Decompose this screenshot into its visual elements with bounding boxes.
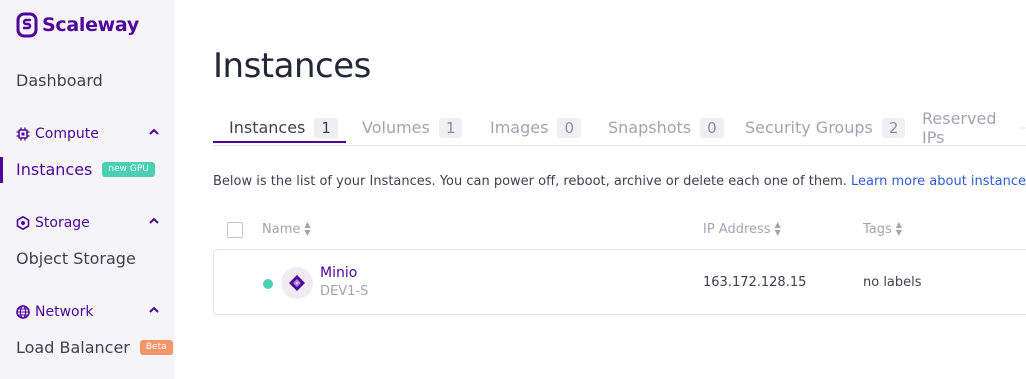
table-row[interactable]: Minio DEV1-S 163.172.128.15 no labels	[213, 249, 1026, 315]
column-label: IP Address	[703, 221, 771, 237]
hexagon-icon	[16, 216, 30, 230]
chevron-up-icon[interactable]	[148, 304, 160, 316]
column-label: Tags	[863, 221, 892, 237]
page-title: Instances	[213, 46, 371, 86]
instance-ip-address: 163.172.128.15	[703, 275, 807, 290]
tab-volumes[interactable]: Volumes 1	[362, 110, 463, 145]
globe-icon	[16, 305, 30, 319]
tab-label: Instances	[229, 118, 306, 137]
scaleway-logo-icon	[16, 12, 38, 38]
tab-label: Images	[490, 118, 549, 137]
chip-icon	[16, 127, 30, 141]
status-running-indicator	[263, 279, 273, 289]
page-description: Below is the list of your Instances. You…	[213, 174, 1026, 189]
column-header-name[interactable]: Name ▲ ▼	[262, 221, 311, 237]
sort-icon: ▲ ▼	[774, 220, 781, 237]
brand-name: Scaleway	[42, 14, 139, 36]
instance-diamond-icon	[289, 275, 305, 291]
instance-tags: no labels	[863, 275, 922, 290]
tab-label: Reserved IPs	[922, 108, 997, 147]
tab-snapshots[interactable]: Snapshots 0	[608, 110, 724, 145]
active-indicator	[0, 157, 3, 183]
active-tab-underline	[213, 141, 346, 143]
sidebar-section-label: Storage	[35, 215, 90, 231]
tab-instances[interactable]: Instances 1	[229, 110, 338, 145]
scaleway-logo[interactable]: Scaleway	[16, 11, 139, 39]
tab-count: 1	[314, 117, 338, 138]
column-header-tags[interactable]: Tags ▲ ▼	[863, 221, 902, 237]
tab-reserved-ips[interactable]: Reserved IPs	[922, 108, 1026, 147]
sort-icon: ▲ ▼	[895, 220, 902, 237]
tab-count: 0	[557, 117, 581, 138]
instance-icon	[281, 267, 313, 299]
tab-images[interactable]: Images 0	[490, 110, 581, 145]
tab-label: Security Groups	[745, 118, 873, 137]
sort-icon: ▲ ▼	[304, 220, 311, 237]
sidebar-item-label: Load Balancer	[16, 338, 130, 357]
tab-count: 1	[438, 117, 463, 138]
tab-count	[1020, 126, 1026, 129]
sidebar-item-instances[interactable]: Instances new GPU	[16, 160, 155, 179]
tab-label: Snapshots	[608, 118, 692, 137]
tab-count: 2	[881, 117, 906, 138]
column-label: Name	[262, 221, 301, 237]
sidebar: Scaleway Dashboard Compute Instances new…	[0, 0, 174, 379]
description-text: Below is the list of your Instances. You…	[213, 174, 847, 189]
tab-security-groups[interactable]: Security Groups 2	[745, 110, 906, 145]
sidebar-section-label: Network	[35, 304, 94, 320]
chevron-up-icon[interactable]	[148, 215, 160, 227]
select-all-checkbox[interactable]	[227, 222, 243, 238]
sidebar-item-label: Instances	[16, 160, 93, 179]
instance-type: DEV1-S	[320, 284, 369, 299]
sidebar-section-label: Compute	[35, 126, 99, 142]
tab-label: Volumes	[362, 118, 430, 137]
chevron-up-icon[interactable]	[148, 126, 160, 138]
beta-badge: Beta	[139, 340, 173, 355]
tab-count: 0	[700, 117, 724, 138]
instance-name-link[interactable]: Minio	[320, 265, 357, 281]
table-header: Name ▲ ▼ IP Address ▲ ▼ Tags ▲ ▼	[213, 215, 1026, 249]
sidebar-item-load-balancer[interactable]: Load Balancer Beta	[16, 338, 173, 357]
sidebar-section-compute[interactable]: Compute	[16, 126, 160, 142]
sidebar-item-label: Object Storage	[16, 249, 136, 268]
column-header-ip[interactable]: IP Address ▲ ▼	[703, 221, 781, 237]
sidebar-section-network[interactable]: Network	[16, 304, 160, 320]
sidebar-section-storage[interactable]: Storage	[16, 215, 160, 231]
learn-more-link[interactable]: Learn more about instances.	[851, 174, 1026, 189]
new-gpu-badge: new GPU	[102, 162, 155, 177]
sidebar-item-dashboard[interactable]: Dashboard	[16, 71, 103, 90]
sidebar-item-object-storage[interactable]: Object Storage	[16, 249, 136, 268]
